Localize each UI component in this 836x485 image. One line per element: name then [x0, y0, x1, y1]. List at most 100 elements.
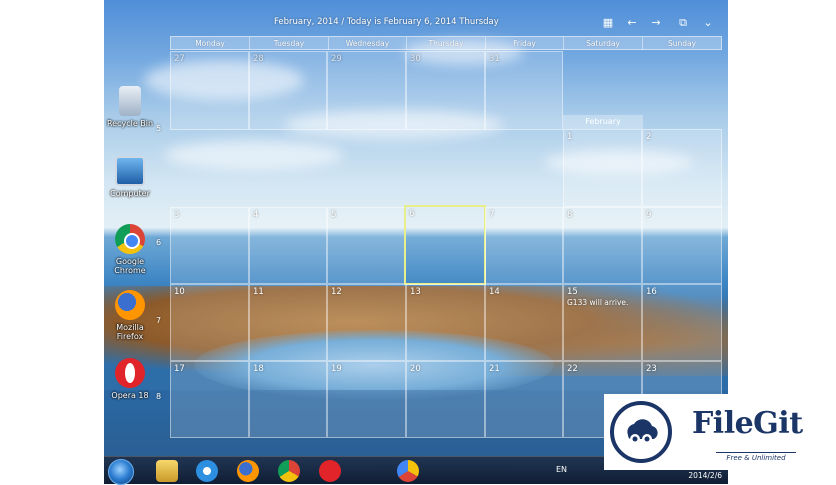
month-label: February [563, 115, 643, 129]
recycle-bin-icon[interactable]: Recycle Bin [104, 86, 156, 128]
day-number: 12 [331, 287, 342, 297]
day-number: 30 [410, 54, 421, 64]
today-cell[interactable]: 6 [404, 205, 486, 285]
chevron-down-icon[interactable]: ⌄ [700, 15, 716, 31]
day-number: 3 [174, 210, 180, 220]
google-chrome-icon[interactable]: Google Chrome [104, 224, 156, 275]
window-mode-icon[interactable]: ⧉ [675, 15, 691, 31]
day-cell[interactable]: 10 [170, 284, 249, 361]
day-number: 18 [253, 364, 264, 374]
filegit-tagline: Free & Unlimited [716, 452, 796, 462]
prev-month-arrow-icon[interactable]: ← [624, 15, 640, 31]
filegit-name: FileGit [692, 406, 803, 441]
next-month-arrow-icon[interactable]: → [648, 15, 664, 31]
day-cell[interactable]: 15 G133 will arrive. [563, 284, 642, 361]
day-cell[interactable]: 9 [642, 207, 722, 284]
day-number: 13 [410, 287, 421, 297]
day-number: 22 [567, 364, 578, 374]
calendar-view-icon[interactable]: ▦ [600, 15, 616, 31]
day-number: 21 [489, 364, 500, 374]
day-cell[interactable]: 5 [327, 207, 406, 284]
day-cell[interactable]: 3 [170, 207, 249, 284]
mozilla-firefox-icon[interactable]: Mozilla Firefox [104, 290, 156, 341]
day-number: 19 [331, 364, 342, 374]
weekday-monday: Monday [195, 39, 225, 48]
day-cell[interactable]: 27 [170, 51, 249, 130]
opera-logo-icon [115, 358, 145, 388]
day-cell[interactable]: 11 [249, 284, 327, 361]
weekday-wednesday: Wednesday [328, 37, 406, 50]
day-number: 10 [174, 287, 185, 297]
recycle-bin-glyph-icon [119, 86, 141, 116]
weekday-tuesday: Tuesday [249, 37, 328, 50]
chrome-logo-icon [115, 224, 145, 254]
chrome-taskbar-icon[interactable] [278, 460, 300, 482]
day-number: 31 [489, 54, 500, 64]
weekday-friday: Friday [485, 37, 563, 50]
cloud-binoculars-icon [610, 401, 672, 463]
explorer-folder-icon[interactable] [156, 460, 178, 482]
firefox-logo-icon [115, 290, 145, 320]
calendar-app-icon[interactable] [397, 460, 419, 482]
day-cell[interactable]: 1 [563, 129, 642, 207]
week-number: 6 [156, 238, 162, 247]
day-number: 2 [646, 132, 652, 142]
day-number: 28 [253, 54, 264, 64]
weekday-sunday: Sunday [642, 37, 721, 50]
day-cell[interactable]: 4 [249, 207, 327, 284]
day-number: 9 [646, 210, 652, 220]
day-number: 11 [253, 287, 264, 297]
mozilla-firefox-label: Mozilla Firefox [116, 323, 144, 341]
weekday-saturday: Saturday [563, 37, 642, 50]
week-number: 5 [156, 124, 162, 133]
day-cell[interactable]: 21 [485, 361, 563, 438]
recycle-bin-label: Recycle Bin [106, 119, 154, 128]
day-number: 27 [174, 54, 185, 64]
day-number: 23 [646, 364, 657, 374]
calendar-header: February, 2014 / Today is February 6, 20… [170, 13, 722, 33]
day-cell[interactable]: 13 [406, 284, 485, 361]
internet-explorer-icon[interactable] [196, 460, 218, 482]
day-cell[interactable]: 28 [249, 51, 327, 130]
opera-taskbar-icon[interactable] [319, 460, 341, 482]
taskbar-clock[interactable]: 2014/2/6 [688, 471, 722, 480]
day-number: 6 [409, 209, 415, 219]
day-cell[interactable]: 29 [327, 51, 406, 130]
week-number: 7 [156, 316, 162, 325]
weekday-thursday: Thursday [406, 37, 485, 50]
day-cell[interactable]: 19 [327, 361, 406, 438]
day-cell[interactable]: 20 [406, 361, 485, 438]
event-label[interactable]: G133 will arrive. [567, 298, 628, 307]
filegit-watermark: FileGit Free & Unlimited [604, 394, 823, 470]
day-cell[interactable]: 8 [563, 207, 642, 284]
language-indicator[interactable]: EN [556, 465, 567, 474]
day-cell[interactable]: 18 [249, 361, 327, 438]
day-number: 16 [646, 287, 657, 297]
day-cell[interactable]: 31 [485, 51, 563, 130]
monitor-icon [115, 156, 145, 186]
firefox-taskbar-icon[interactable] [237, 460, 259, 482]
week-number: 8 [156, 392, 162, 401]
day-number: 8 [567, 210, 573, 220]
day-number: 15 [567, 287, 578, 297]
computer-label: Computer [110, 189, 150, 198]
computer-icon[interactable]: Computer [104, 156, 156, 198]
day-number: 14 [489, 287, 500, 297]
start-button[interactable] [108, 459, 134, 485]
calendar-title: February, 2014 / Today is February 6, 20… [274, 17, 499, 27]
day-cell[interactable]: 7 [485, 207, 563, 284]
opera-label: Opera 18 [111, 391, 149, 400]
day-cell[interactable]: 2 [642, 129, 722, 207]
day-cell[interactable]: 16 [642, 284, 722, 361]
day-cell[interactable]: 14 [485, 284, 563, 361]
weekday-header-row: Monday Tuesday Wednesday Thursday Friday… [170, 36, 722, 50]
day-number: 17 [174, 364, 185, 374]
day-number: 29 [331, 54, 342, 64]
day-number: 7 [489, 210, 495, 220]
day-cell[interactable]: 12 [327, 284, 406, 361]
day-cell[interactable]: 30 [406, 51, 485, 130]
google-chrome-label: Google Chrome [114, 257, 146, 275]
screenshot-frame: Recycle Bin Computer Google Chrome Mozil… [0, 0, 836, 485]
opera-icon[interactable]: Opera 18 [104, 358, 156, 400]
day-cell[interactable]: 17 [170, 361, 249, 438]
